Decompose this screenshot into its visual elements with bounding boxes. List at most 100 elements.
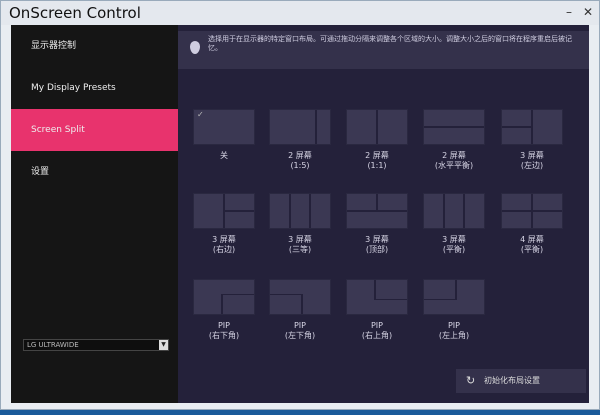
layout-label-line1: 3 屏幕 bbox=[288, 235, 312, 244]
split-divider bbox=[375, 194, 379, 211]
info-banner: 选择用于在显示器的特定窗口布局。可通过拖动分隔来调整各个区域的大小。调整大小之后… bbox=[178, 31, 589, 69]
layout-label-line1: 3 屏幕 bbox=[520, 151, 544, 160]
check-icon: ✓ bbox=[197, 110, 204, 119]
layout-thumbnail bbox=[423, 279, 485, 315]
layout-option[interactable]: 2 屏幕 (水平平衡) bbox=[423, 109, 485, 171]
layout-option[interactable]: 2 屏幕 (1:5) bbox=[269, 109, 331, 171]
chevron-down-icon: ▼ bbox=[159, 340, 168, 350]
layout-option[interactable]: PIP (左上角) bbox=[423, 279, 485, 341]
reset-layout-button[interactable]: ↻ 初始化布局设置 bbox=[456, 369, 586, 393]
layout-label-line1: PIP bbox=[217, 321, 230, 330]
layout-option[interactable]: 2 屏幕 (1:1) bbox=[346, 109, 408, 171]
layout-thumbnail bbox=[423, 193, 485, 229]
layout-label-line1: 3 屏幕 bbox=[212, 235, 236, 244]
split-divider bbox=[443, 194, 445, 228]
layout-label: PIP (右上角) bbox=[346, 321, 408, 341]
split-divider bbox=[221, 293, 223, 314]
split-divider bbox=[374, 280, 376, 301]
layout-label-line2: (左边) bbox=[520, 161, 544, 170]
layout-option[interactable]: ✓ 关 bbox=[193, 109, 255, 161]
refresh-icon: ↻ bbox=[466, 374, 476, 387]
layout-label: PIP (左上角) bbox=[423, 321, 485, 341]
layout-label-line2: (三等) bbox=[288, 245, 312, 254]
layout-label-line2: (左上角) bbox=[438, 331, 470, 340]
sidebar: 显示器控制 My Display Presets Screen Split 设置… bbox=[11, 25, 178, 403]
sidebar-item-display-presets[interactable]: My Display Presets bbox=[11, 67, 178, 109]
layout-thumbnail bbox=[346, 109, 408, 145]
layout-label: PIP (右下角) bbox=[193, 321, 255, 341]
layout-thumbnail bbox=[346, 279, 408, 315]
info-bulb-icon bbox=[190, 41, 200, 54]
layout-label-line1: 2 屏幕 bbox=[288, 151, 312, 160]
close-button[interactable]: ✕ bbox=[583, 5, 593, 19]
layout-label-line2: (水平平衡) bbox=[434, 161, 474, 170]
layout-thumbnail bbox=[269, 109, 331, 145]
reset-layout-label: 初始化布局设置 bbox=[484, 376, 540, 385]
split-divider bbox=[224, 209, 254, 212]
layout-label: 关 bbox=[193, 151, 255, 161]
split-divider bbox=[455, 280, 457, 301]
layout-label-line1: 3 屏幕 bbox=[442, 235, 466, 244]
split-divider bbox=[289, 194, 291, 228]
layout-label-line2: (右上角) bbox=[361, 331, 393, 340]
layout-label-line1: 4 屏幕 bbox=[520, 235, 544, 244]
split-divider bbox=[270, 293, 303, 295]
split-divider bbox=[221, 293, 254, 295]
layout-label: 2 屏幕 (水平平衡) bbox=[423, 151, 485, 171]
split-divider bbox=[374, 299, 407, 301]
layout-thumbnail bbox=[269, 279, 331, 315]
layout-label-line2: (右边) bbox=[212, 245, 236, 254]
layout-label: 3 屏幕 (三等) bbox=[269, 235, 331, 255]
layout-thumbnail bbox=[501, 109, 563, 145]
layout-option[interactable]: PIP (左下角) bbox=[269, 279, 331, 341]
layout-option[interactable]: PIP (右上角) bbox=[346, 279, 408, 341]
layout-option[interactable]: PIP (右下角) bbox=[193, 279, 255, 341]
monitor-select[interactable]: LG ULTRAWIDE ▼ bbox=[23, 339, 169, 351]
sidebar-item-screen-split[interactable]: Screen Split bbox=[11, 109, 178, 151]
layout-option[interactable]: 3 屏幕 (左边) bbox=[501, 109, 563, 171]
layout-option[interactable]: 3 屏幕 (三等) bbox=[269, 193, 331, 255]
layout-label: 4 屏幕 (平衡) bbox=[501, 235, 563, 255]
layout-label-line2: (右下角) bbox=[208, 331, 240, 340]
app-window: OnScreen Control – ✕ 显示器控制 My Display Pr… bbox=[0, 0, 600, 410]
layout-label: 2 屏幕 (1:5) bbox=[269, 151, 331, 171]
sidebar-item-monitor-control[interactable]: 显示器控制 bbox=[11, 25, 178, 67]
layout-thumbnail bbox=[423, 109, 485, 145]
layout-label: 3 屏幕 (顶部) bbox=[346, 235, 408, 255]
split-divider bbox=[315, 110, 317, 144]
layout-option[interactable]: 3 屏幕 (顶部) bbox=[346, 193, 408, 255]
split-divider bbox=[502, 209, 562, 212]
sidebar-item-settings[interactable]: 设置 bbox=[11, 151, 178, 193]
layout-option[interactable]: 4 屏幕 (平衡) bbox=[501, 193, 563, 255]
layout-label-line2: (顶部) bbox=[365, 245, 389, 254]
layout-thumbnail bbox=[501, 193, 563, 229]
layout-label: PIP (左下角) bbox=[269, 321, 331, 341]
minimize-button[interactable]: – bbox=[566, 5, 572, 19]
layout-option[interactable]: 3 屏幕 (平衡) bbox=[423, 193, 485, 255]
layout-label: 3 屏幕 (左边) bbox=[501, 151, 563, 171]
layout-option[interactable]: 3 屏幕 (右边) bbox=[193, 193, 255, 255]
layout-label-line2: (1:5) bbox=[290, 161, 310, 170]
screen-split-panel: 选择用于在显示器的特定窗口布局。可通过拖动分隔来调整各个区域的大小。调整大小之后… bbox=[178, 25, 589, 403]
layout-label-line1: 2 屏幕 bbox=[442, 151, 466, 160]
split-divider bbox=[424, 125, 484, 128]
layout-label-line1: 关 bbox=[220, 151, 228, 160]
layout-label-line2: (1:1) bbox=[367, 161, 387, 170]
layout-label-line2: (左下角) bbox=[284, 331, 316, 340]
layout-thumbnail bbox=[193, 193, 255, 229]
layout-thumbnail bbox=[193, 279, 255, 315]
layout-label-line1: PIP bbox=[370, 321, 383, 330]
layout-label-line2: (平衡) bbox=[442, 245, 466, 254]
layout-label: 3 屏幕 (平衡) bbox=[423, 235, 485, 255]
split-divider bbox=[463, 194, 465, 228]
split-divider bbox=[375, 110, 379, 144]
split-divider bbox=[502, 125, 532, 128]
info-text: 选择用于在显示器的特定窗口布局。可通过拖动分隔来调整各个区域的大小。调整大小之后… bbox=[208, 35, 572, 52]
layout-thumbnail: ✓ bbox=[193, 109, 255, 145]
layout-label-line1: 3 屏幕 bbox=[365, 235, 389, 244]
layout-label-line1: 2 屏幕 bbox=[365, 151, 389, 160]
layout-label: 2 屏幕 (1:1) bbox=[346, 151, 408, 171]
title-bar: OnScreen Control – ✕ bbox=[1, 1, 599, 25]
layout-thumbnail bbox=[346, 193, 408, 229]
monitor-select-value: LG ULTRAWIDE bbox=[27, 341, 79, 349]
